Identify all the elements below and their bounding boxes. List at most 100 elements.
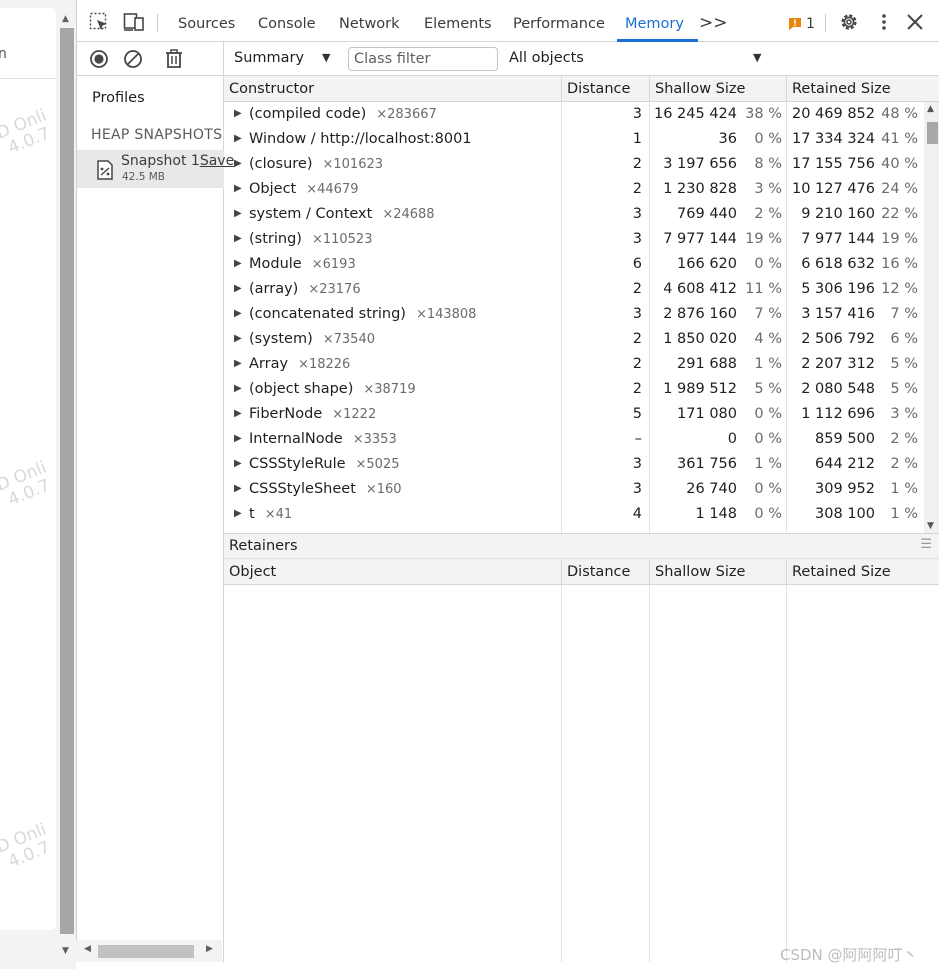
scroll-up-arrow-icon[interactable]: ▲ xyxy=(927,104,934,114)
expand-triangle-icon[interactable]: ▶ xyxy=(234,508,242,519)
record-icon[interactable] xyxy=(89,49,109,69)
instance-count: ×41 xyxy=(264,507,293,522)
table-row[interactable]: ▶ (system) ×73540 2 1 850 020 4 % 2 506 792 6 % xyxy=(224,328,924,353)
table-row[interactable]: ▶ (concatenated string) ×143808 3 2 876 160 7… xyxy=(224,303,924,328)
tab-elements[interactable]: Elements xyxy=(424,0,492,42)
tab-network[interactable]: Network xyxy=(339,0,400,42)
snapshot-item[interactable]: Snapshot 1Save 42.5 MB xyxy=(77,150,234,188)
expand-triangle-icon[interactable]: ▶ xyxy=(234,133,242,144)
retained-size-percent: 22 % xyxy=(881,206,918,222)
expand-triangle-icon[interactable]: ▶ xyxy=(234,208,242,219)
scrollbar-thumb[interactable] xyxy=(60,28,74,934)
retained-size-value: 2 506 792 xyxy=(801,331,875,347)
drag-handle-icon[interactable]: ☰ xyxy=(920,537,932,552)
retained-size-value: 644 212 xyxy=(815,456,875,472)
page-horizontal-scrollbar[interactable]: ◀ ▶ xyxy=(76,940,222,962)
clear-icon[interactable] xyxy=(123,49,143,69)
scroll-down-arrow-icon[interactable]: ▼ xyxy=(62,946,69,956)
table-row[interactable]: ▶ FiberNode ×1222 5 171 080 0 % 1 112 696 3 % xyxy=(224,403,924,428)
scroll-left-arrow-icon[interactable]: ◀ xyxy=(84,944,91,954)
scrollbar-thumb[interactable] xyxy=(927,122,938,144)
objects-select-caret-icon[interactable]: ▼ xyxy=(753,51,761,64)
scrollbar-thumb[interactable] xyxy=(98,945,194,958)
instance-count: ×18226 xyxy=(298,357,351,372)
constructor-label: InternalNode xyxy=(249,431,343,447)
expand-triangle-icon[interactable]: ▶ xyxy=(234,283,242,294)
col-retained-size[interactable]: Retained Size xyxy=(787,559,939,585)
constructor-name: Module ×6193 xyxy=(249,256,356,272)
shallow-size-value: 7 977 144 xyxy=(663,231,737,247)
issue-flag-icon[interactable] xyxy=(788,17,802,31)
expand-triangle-icon[interactable]: ▶ xyxy=(234,233,242,244)
trash-icon[interactable] xyxy=(165,49,183,69)
col-retained-size[interactable]: Retained Size xyxy=(787,76,939,102)
expand-triangle-icon[interactable]: ▶ xyxy=(234,308,242,319)
shallow-size-value: 4 608 412 xyxy=(663,281,737,297)
more-tabs-chevron-icon[interactable]: >> xyxy=(699,0,728,42)
retained-size-value: 2 080 548 xyxy=(801,381,875,397)
constructor-label: Module xyxy=(249,256,302,272)
table-row[interactable]: ▶ InternalNode ×3353 – 0 0 % 859 500 2 % xyxy=(224,428,924,453)
tab-performance[interactable]: Performance xyxy=(513,0,605,42)
col-distance[interactable]: Distance xyxy=(562,559,650,585)
expand-triangle-icon[interactable]: ▶ xyxy=(234,433,242,444)
retained-size-value: 7 977 144 xyxy=(801,231,875,247)
grid-vertical-scrollbar[interactable]: ▲ ▼ xyxy=(924,102,939,533)
objects-select[interactable]: All objects xyxy=(509,50,584,66)
table-row[interactable]: ▶ (string) ×110523 3 7 977 144 19 % 7 977 144 1… xyxy=(224,228,924,253)
tab-sources[interactable]: Sources xyxy=(178,0,235,42)
expand-triangle-icon[interactable]: ▶ xyxy=(234,383,242,394)
scroll-up-arrow-icon[interactable]: ▲ xyxy=(62,14,69,24)
shallow-size-value: 291 688 xyxy=(677,356,737,372)
col-distance[interactable]: Distance xyxy=(562,76,650,102)
scroll-down-arrow-icon[interactable]: ▼ xyxy=(927,521,934,531)
expand-triangle-icon[interactable]: ▶ xyxy=(234,183,242,194)
table-row[interactable]: ▶ Object ×44679 2 1 230 828 3 % 10 127 476 24 % xyxy=(224,178,924,203)
table-row[interactable]: ▶ (array) ×23176 2 4 608 412 11 % 5 306 196 12 … xyxy=(224,278,924,303)
inspect-element-icon[interactable] xyxy=(89,12,109,32)
table-row[interactable]: ▶ (object shape) ×38719 2 1 989 512 5 % 2 080 … xyxy=(224,378,924,403)
retained-size-percent: 6 % xyxy=(890,331,918,347)
constructor-name: (compiled code) ×283667 xyxy=(249,106,437,122)
expand-triangle-icon[interactable]: ▶ xyxy=(234,158,242,169)
table-row[interactable]: ▶ system / Context ×24688 3 769 440 2 % 9 210 … xyxy=(224,203,924,228)
close-icon[interactable] xyxy=(905,12,925,32)
device-toolbar-icon[interactable] xyxy=(123,12,145,32)
expand-triangle-icon[interactable]: ▶ xyxy=(234,408,242,419)
table-row[interactable]: ▶ CSSStyleRule ×5025 3 361 756 1 % 644 212 2 % xyxy=(224,453,924,478)
tab-memory[interactable]: Memory xyxy=(617,0,698,42)
shallow-size-percent: 4 % xyxy=(754,331,782,347)
tab-console[interactable]: Console xyxy=(258,0,316,42)
view-select[interactable]: Summary xyxy=(234,50,304,66)
expand-triangle-icon[interactable]: ▶ xyxy=(234,258,242,269)
col-constructor[interactable]: Constructor xyxy=(224,76,562,102)
settings-gear-icon[interactable] xyxy=(839,12,859,32)
col-shallow-size[interactable]: Shallow Size xyxy=(650,559,787,585)
expand-triangle-icon[interactable]: ▶ xyxy=(234,108,242,119)
issues-count[interactable]: 1 xyxy=(806,16,815,32)
expand-triangle-icon[interactable]: ▶ xyxy=(234,458,242,469)
table-row[interactable]: ▶ Module ×6193 6 166 620 0 % 6 618 632 16 % xyxy=(224,253,924,278)
expand-triangle-icon[interactable]: ▶ xyxy=(234,483,242,494)
view-select-caret-icon[interactable]: ▼ xyxy=(322,51,330,64)
class-filter-input[interactable] xyxy=(348,47,498,71)
table-row[interactable]: ▶ (closure) ×101623 2 3 197 656 8 % 17 155 756… xyxy=(224,153,924,178)
scroll-right-arrow-icon[interactable]: ▶ xyxy=(206,944,213,954)
sidebar-actions xyxy=(77,42,223,76)
shallow-size-percent: 2 % xyxy=(754,206,782,222)
table-row[interactable]: ▶ Array ×18226 2 291 688 1 % 2 207 312 5 % xyxy=(224,353,924,378)
retained-size-value: 2 207 312 xyxy=(801,356,875,372)
table-row[interactable]: ▶ (compiled code) ×283667 3 16 245 424 38 % 20… xyxy=(224,103,924,128)
shallow-size-percent: 11 % xyxy=(745,281,782,297)
expand-triangle-icon[interactable]: ▶ xyxy=(234,333,242,344)
more-vertical-icon[interactable] xyxy=(877,12,891,32)
page-divider xyxy=(0,78,56,79)
table-row[interactable]: ▶ t ×41 4 1 148 0 % 308 100 1 % xyxy=(224,503,924,528)
col-shallow-size[interactable]: Shallow Size xyxy=(650,76,787,102)
table-row[interactable]: ▶ Window / http://localhost:8001 1 36 0 % 17 … xyxy=(224,128,924,153)
retainers-header[interactable]: Retainers ☰ xyxy=(224,533,939,559)
page-vertical-scrollbar[interactable]: ▲ ▼ xyxy=(58,0,76,969)
expand-triangle-icon[interactable]: ▶ xyxy=(234,358,242,369)
table-row[interactable]: ▶ CSSStyleSheet ×160 3 26 740 0 % 309 952 1 % xyxy=(224,478,924,503)
col-object[interactable]: Object xyxy=(224,559,562,585)
